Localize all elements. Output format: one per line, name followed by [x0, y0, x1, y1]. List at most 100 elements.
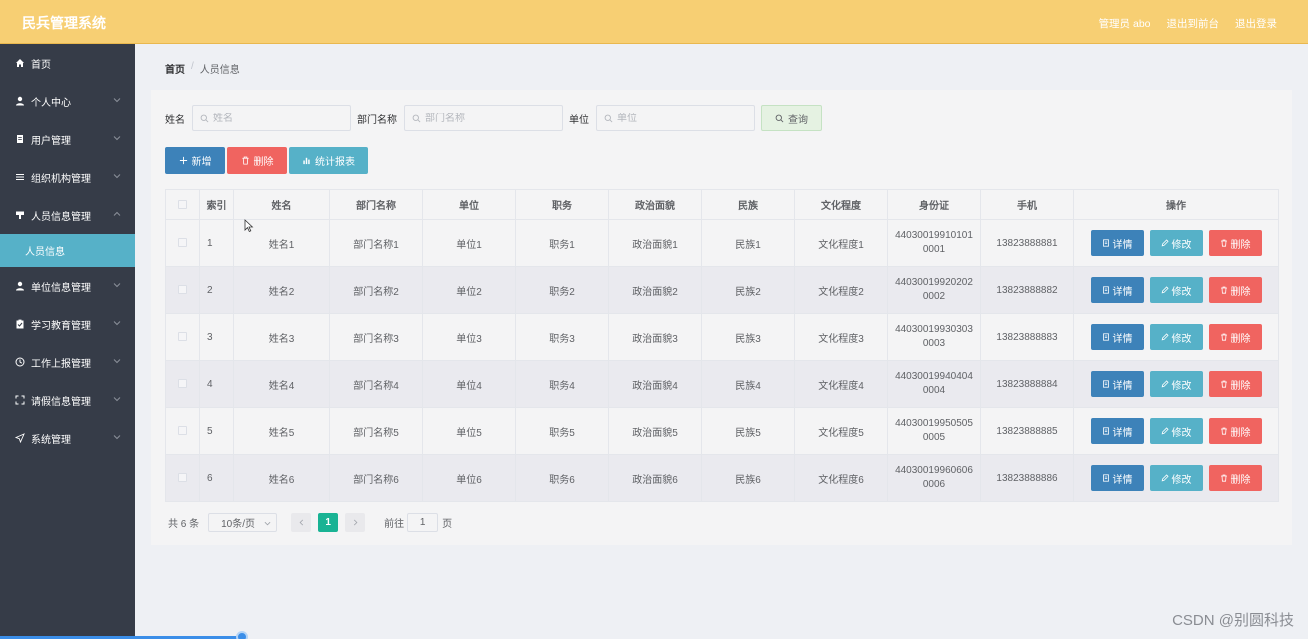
dept-search-input[interactable] [425, 112, 555, 124]
statistics-report-button[interactable]: 统计报表 [289, 147, 368, 174]
column-header: 操作 [1073, 189, 1279, 220]
delete-button-label: 删除 [1230, 380, 1251, 392]
sidebar-item-personnel-management[interactable]: 人员信息管理 [0, 196, 135, 234]
select-all-checkbox[interactable] [178, 199, 187, 209]
row-checkbox[interactable] [178, 332, 187, 342]
unit-search-field[interactable] [596, 105, 755, 131]
sidebar: 首页 个人中心 用户管理 组织机构管理 人员信息管理 人员信息 单位信息管理 学… [0, 44, 135, 639]
top-header: 民兵管理系统 管理员 abo 退出到前台 退出登录 [0, 0, 1308, 44]
sidebar-item-user-management[interactable]: 用户管理 [0, 120, 135, 158]
chevron-down-icon [113, 433, 121, 441]
cell-education: 文化程度1 [794, 219, 888, 267]
cell-phone: 13823888881 [980, 219, 1074, 267]
id-card-line2: 0001 [922, 244, 946, 255]
unit-label: 单位 [569, 114, 589, 126]
dept-search-field[interactable] [404, 105, 563, 131]
sidebar-item-system-management[interactable]: 系统管理 [0, 419, 135, 457]
detail-button[interactable]: 详情 [1090, 277, 1144, 303]
breadcrumb-home[interactable]: 首页 [165, 61, 185, 76]
row-checkbox[interactable] [178, 473, 187, 483]
detail-button[interactable]: 详情 [1090, 230, 1144, 256]
page-number-active[interactable]: 1 [318, 512, 339, 532]
batch-delete-button[interactable]: 删除 [227, 147, 287, 174]
cell-phone: 13823888885 [980, 407, 1074, 455]
cell-actions: 详情 修改 删除 [1073, 360, 1279, 408]
cell-name: 姓名6 [233, 454, 330, 502]
cell-dept: 部门名称2 [329, 266, 423, 314]
row-select-cell[interactable] [165, 454, 200, 502]
sidebar-item-leave-management[interactable]: 请假信息管理 [0, 381, 135, 419]
cell-political: 政治面貌3 [608, 313, 702, 361]
cell-political: 政治面貌6 [608, 454, 702, 502]
delete-button-label: 删除 [1230, 427, 1251, 439]
next-page-button[interactable] [345, 512, 366, 532]
add-button-label: 新增 [191, 157, 212, 168]
edit-button[interactable]: 修改 [1149, 324, 1203, 350]
table-body: 1 姓名1 部门名称1 单位1 职务1 政治面貌1 民族1 文化程度1 440300199101… [165, 219, 1279, 502]
sidebar-item-work-report-management[interactable]: 工作上报管理 [0, 343, 135, 381]
delete-button[interactable]: 删除 [1208, 465, 1262, 491]
name-search-field[interactable] [192, 105, 351, 131]
page-size-select[interactable]: 10条/页 [208, 512, 278, 532]
select-all-cell[interactable] [165, 189, 200, 220]
logout-link[interactable]: 退出登录 [1235, 16, 1277, 31]
row-select-cell[interactable] [165, 313, 200, 361]
delete-button[interactable]: 删除 [1208, 418, 1262, 444]
column-header: 单位 [422, 189, 516, 220]
detail-button[interactable]: 详情 [1090, 418, 1144, 444]
pencil-icon [1161, 474, 1169, 482]
delete-button[interactable]: 删除 [1208, 230, 1262, 256]
row-checkbox[interactable] [178, 238, 187, 248]
row-select-cell[interactable] [165, 266, 200, 314]
edit-button[interactable]: 修改 [1149, 418, 1203, 444]
cell-index: 1 [199, 219, 234, 267]
row-select-cell[interactable] [165, 360, 200, 408]
row-checkbox[interactable] [178, 426, 187, 436]
sidebar-item-unit-management[interactable]: 单位信息管理 [0, 267, 135, 305]
add-button[interactable]: 新增 [165, 147, 225, 174]
detail-button-label: 详情 [1112, 427, 1133, 439]
cell-name: 姓名4 [233, 360, 330, 408]
detail-button[interactable]: 详情 [1090, 371, 1144, 397]
row-select-cell[interactable] [165, 219, 200, 267]
sidebar-item-home[interactable]: 首页 [0, 44, 135, 82]
delete-button[interactable]: 删除 [1208, 324, 1262, 350]
cell-actions: 详情 修改 删除 [1073, 313, 1279, 361]
sidebar-item-organization-management[interactable]: 组织机构管理 [0, 158, 135, 196]
page-suffix: 页 [442, 518, 453, 530]
pencil-icon [1161, 239, 1169, 247]
cell-education: 文化程度3 [794, 313, 888, 361]
edit-button-label: 修改 [1171, 474, 1192, 486]
cell-unit: 单位6 [422, 454, 516, 502]
cell-dept: 部门名称1 [329, 219, 423, 267]
sidebar-item-personal-center[interactable]: 个人中心 [0, 82, 135, 120]
row-select-cell[interactable] [165, 407, 200, 455]
edit-button[interactable]: 修改 [1149, 277, 1203, 303]
sidebar-subitem-personnel-info[interactable]: 人员信息 [0, 234, 135, 267]
goto-page-input[interactable] [407, 512, 439, 532]
delete-button[interactable]: 删除 [1208, 371, 1262, 397]
name-search-input[interactable] [213, 112, 343, 124]
table-row: 5 姓名5 部门名称5 单位5 职务5 政治面貌5 民族5 文化程度5 440300199505… [165, 407, 1279, 455]
delete-button[interactable]: 删除 [1208, 277, 1262, 303]
progress-handle[interactable] [236, 631, 248, 639]
unit-search-input[interactable] [617, 112, 747, 124]
edit-button[interactable]: 修改 [1149, 371, 1203, 397]
row-checkbox[interactable] [178, 285, 187, 295]
back-to-frontend-link[interactable]: 退出到前台 [1167, 16, 1220, 31]
cell-phone: 13823888886 [980, 454, 1074, 502]
edit-button[interactable]: 修改 [1149, 465, 1203, 491]
detail-button[interactable]: 详情 [1090, 324, 1144, 350]
document-icon [1102, 333, 1109, 341]
prev-page-button[interactable] [291, 512, 312, 532]
cell-id-card: 44030019950505 0005 [887, 407, 981, 455]
row-checkbox[interactable] [178, 379, 187, 389]
chevron-down-icon [113, 357, 121, 365]
clipboard-icon [15, 319, 25, 329]
id-card-line2: 0002 [922, 291, 946, 302]
query-button[interactable]: 查询 [761, 105, 822, 131]
sidebar-item-education-management[interactable]: 学习教育管理 [0, 305, 135, 343]
pencil-icon [1161, 333, 1169, 341]
edit-button[interactable]: 修改 [1149, 230, 1203, 256]
detail-button[interactable]: 详情 [1090, 465, 1144, 491]
